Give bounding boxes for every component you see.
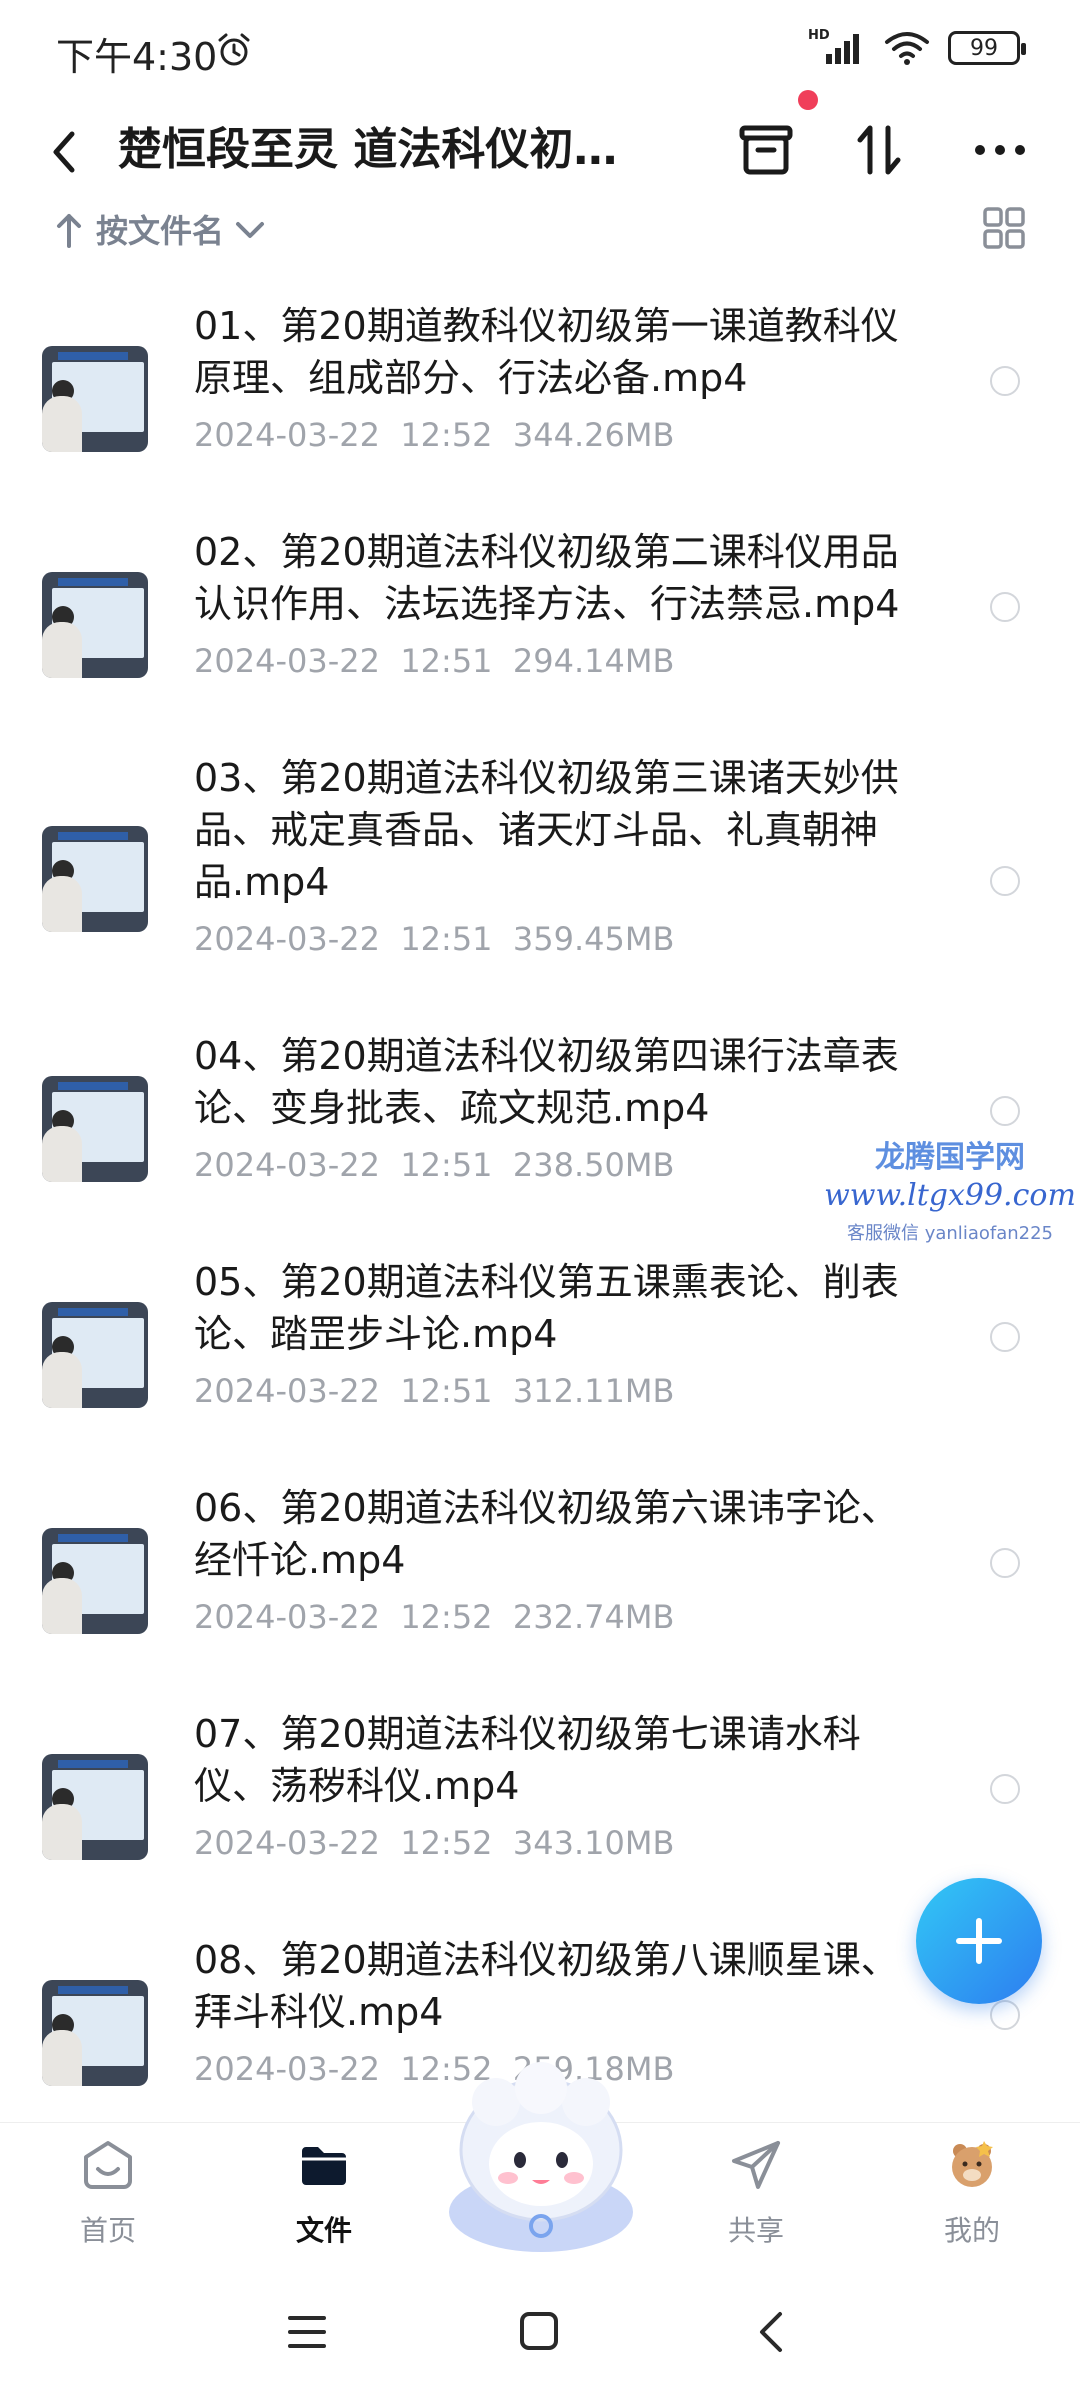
video-thumbnail <box>42 1528 148 1634</box>
folder-title: 楚恒段至灵 道法科仪初… <box>118 124 618 175</box>
recent-apps-icon[interactable] <box>286 2312 328 2352</box>
file-size: 359.45MB <box>512 920 675 958</box>
wifi-icon <box>885 32 929 65</box>
file-size: 294.14MB <box>512 642 675 680</box>
video-thumbnail <box>42 826 148 932</box>
home-button-icon[interactable] <box>518 2310 560 2352</box>
file-time: 12:51 <box>400 1372 493 1410</box>
select-checkbox[interactable] <box>990 1548 1020 1578</box>
file-date: 2024-03-22 <box>194 1598 380 1636</box>
watermark-title: 龙腾国学网 <box>875 1140 1025 1175</box>
video-thumbnail <box>42 1076 148 1182</box>
file-meta: 2024-03-22 12:52 232.74MB <box>194 1598 674 1636</box>
file-meta: 2024-03-22 12:51 312.11MB <box>194 1372 674 1410</box>
grid-view-icon[interactable] <box>982 206 1026 250</box>
select-checkbox[interactable] <box>990 366 1020 396</box>
file-meta: 2024-03-22 12:52 343.10MB <box>194 1824 674 1862</box>
battery-level: 99 <box>970 35 998 61</box>
add-button[interactable] <box>916 1878 1042 2004</box>
file-date: 2024-03-22 <box>194 1372 380 1410</box>
nav-item-home[interactable]: 首页 <box>38 2123 178 2273</box>
signal-icon: HD <box>808 28 866 66</box>
nav-label-files: 文件 <box>295 2214 352 2247</box>
system-navigation-bar <box>0 2272 1080 2400</box>
home-icon <box>84 2141 132 2189</box>
status-indicators: HD 99 <box>808 28 1026 66</box>
video-thumbnail <box>42 1302 148 1408</box>
file-name: 05、第20期道法科仪第五课熏表论、削表论、踏罡步斗论.mp4 <box>194 1260 899 1356</box>
file-time: 12:52 <box>400 416 493 454</box>
system-back-icon[interactable] <box>754 2308 788 2356</box>
nav-label-share: 共享 <box>727 2214 784 2247</box>
file-time: 12:51 <box>400 1146 493 1184</box>
watermark-url: www.ltgx99.com <box>824 1178 1076 1213</box>
file-meta: 2024-03-22 12:51 359.45MB <box>194 920 674 958</box>
send-icon <box>732 2141 780 2189</box>
nav-item-mine[interactable]: 我的 <box>902 2123 1042 2273</box>
file-time: 12:52 <box>400 1824 493 1862</box>
alarm-icon <box>218 33 250 66</box>
status-time: 下午4:30 <box>56 35 218 79</box>
video-thumbnail <box>42 346 148 452</box>
file-name: 04、第20期道法科仪初级第四课行法章表论、变身批表、疏文规范.mp4 <box>194 1034 899 1130</box>
nav-label-mine: 我的 <box>943 2214 1000 2247</box>
file-name: 03、第20期道法科仪初级第三课诸天妙供品、戒定真香品、诸天灯斗品、礼真朝神品.… <box>194 756 899 904</box>
nav-label-home: 首页 <box>79 2214 136 2247</box>
chevron-down-icon[interactable] <box>234 216 266 244</box>
file-time: 12:51 <box>400 920 493 958</box>
select-checkbox[interactable] <box>990 866 1020 896</box>
folder-icon <box>302 2147 346 2185</box>
plus-icon <box>956 1918 1002 1964</box>
file-name: 06、第20期道法科仪初级第六课讳字论、经忏论.mp4 <box>194 1486 899 1582</box>
select-checkbox[interactable] <box>990 592 1020 622</box>
nav-item-files[interactable]: 文件 <box>254 2123 394 2273</box>
file-date: 2024-03-22 <box>194 416 380 454</box>
file-size: 232.74MB <box>512 1598 675 1636</box>
mascot-assistant-icon[interactable] <box>436 2062 646 2262</box>
video-thumbnail <box>42 572 148 678</box>
notification-badge <box>798 90 818 110</box>
sort-order-icon[interactable] <box>852 120 908 180</box>
file-name: 02、第20期道法科仪初级第二课科仪用品认识作用、法坛选择方法、行法禁忌.mp4 <box>194 530 900 626</box>
select-checkbox[interactable] <box>990 1774 1020 1804</box>
file-meta: 2024-03-22 12:51 294.14MB <box>194 642 674 680</box>
video-thumbnail <box>42 1980 148 2086</box>
watermark-contact: 客服微信 yanliaofan225 <box>847 1223 1053 1244</box>
file-meta: 2024-03-22 12:51 238.50MB <box>194 1146 674 1184</box>
more-options-icon[interactable] <box>970 130 1030 170</box>
watermark: 龙腾国学网 www.ltgx99.com 客服微信 yanliaofan225 <box>820 1132 1080 1245</box>
file-time: 12:52 <box>400 1598 493 1636</box>
file-size: 238.50MB <box>512 1146 675 1184</box>
file-date: 2024-03-22 <box>194 2050 380 2088</box>
select-checkbox[interactable] <box>990 1096 1020 1126</box>
battery-indicator: 99 <box>948 31 1026 65</box>
nav-item-share[interactable]: 共享 <box>686 2123 826 2273</box>
file-date: 2024-03-22 <box>194 1824 380 1862</box>
file-size: 344.26MB <box>512 416 675 454</box>
file-meta: 2024-03-22 12:52 344.26MB <box>194 416 674 454</box>
select-checkbox[interactable] <box>990 1322 1020 1352</box>
avatar-icon <box>952 2141 993 2187</box>
file-name: 07、第20期道法科仪初级第七课请水科仪、荡秽科仪.mp4 <box>194 1712 861 1808</box>
sort-direction-icon[interactable] <box>54 210 84 250</box>
sort-bar: 按文件名 <box>0 200 1080 270</box>
file-date: 2024-03-22 <box>194 1146 380 1184</box>
file-name: 01、第20期道教科仪初级第一课道教科仪原理、组成部分、行法必备.mp4 <box>194 304 899 400</box>
file-name: 08、第20期道法科仪初级第八课顺星课、拜斗科仪.mp4 <box>194 1938 899 2034</box>
status-bar: 下午4:30 HD 99 <box>0 0 1080 100</box>
file-date: 2024-03-22 <box>194 920 380 958</box>
file-time: 12:51 <box>400 642 493 680</box>
video-thumbnail <box>42 1754 148 1860</box>
file-size: 343.10MB <box>512 1824 675 1862</box>
sort-by-label[interactable]: 按文件名 <box>96 206 224 252</box>
select-checkbox[interactable] <box>990 2000 1020 2030</box>
transfer-box-icon[interactable] <box>736 120 796 180</box>
file-size: 312.11MB <box>512 1372 675 1410</box>
top-app-bar: 楚恒段至灵 道法科仪初… <box>0 90 1080 210</box>
file-date: 2024-03-22 <box>194 642 380 680</box>
back-arrow-icon[interactable] <box>44 122 84 182</box>
